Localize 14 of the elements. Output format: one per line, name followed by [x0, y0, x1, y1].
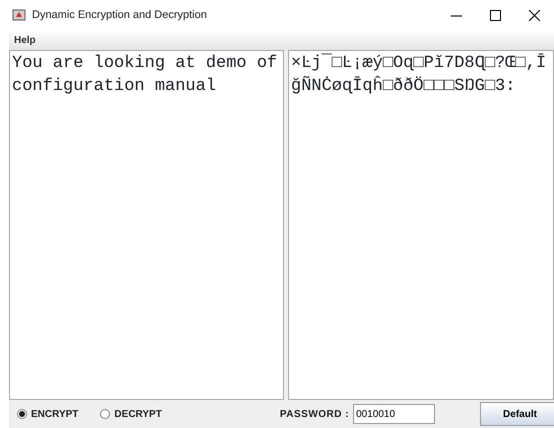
- maximize-icon[interactable]: [490, 10, 501, 20]
- password-field[interactable]: 0010010: [353, 404, 436, 424]
- window-title: Dynamic Encryption and Decryption: [32, 8, 207, 23]
- radio-button[interactable]: [17, 409, 27, 419]
- close-icon[interactable]: [529, 10, 540, 20]
- default-button[interactable]: Default: [480, 402, 554, 426]
- password-label: PASSWORD :: [280, 408, 350, 422]
- app-icon: [12, 8, 26, 22]
- radio-button[interactable]: [100, 409, 110, 419]
- radio-label[interactable]: ENCRYPT: [31, 406, 78, 422]
- input-text-area[interactable]: You are looking at demo of configuration manual: [9, 50, 284, 400]
- menu-item[interactable]: Help: [9, 32, 41, 48]
- output-text-area[interactable]: ×Ŀj¯□Ŀ¡æý□Oɋ□Pĭ7D8Ɋ□?Œ□,Ī ğÑNĊøɋĪqĥ□ððÖ□□□SŊG□3:: [288, 50, 554, 400]
- radio-label[interactable]: DECRYPT: [114, 406, 162, 422]
